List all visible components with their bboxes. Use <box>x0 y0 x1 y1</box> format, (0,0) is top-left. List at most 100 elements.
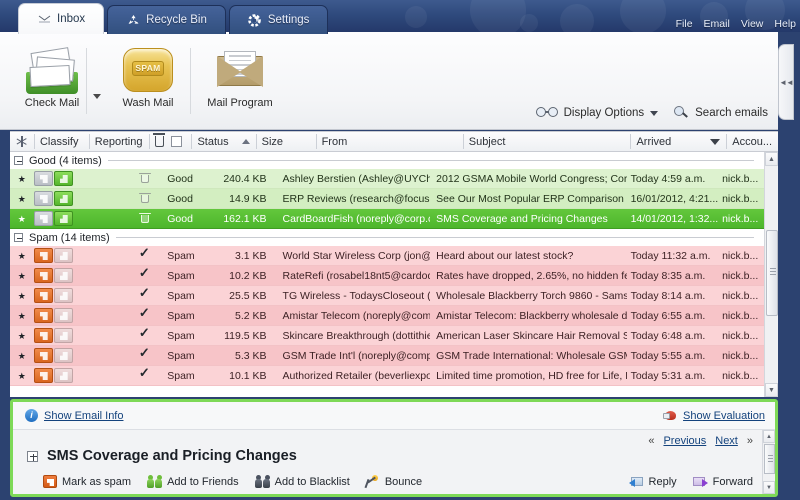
menu-email[interactable]: Email <box>704 18 730 30</box>
check-icon[interactable] <box>139 328 151 340</box>
check-icon[interactable] <box>139 268 151 280</box>
menu-file[interactable]: File <box>676 18 693 30</box>
classify-thumbs[interactable] <box>34 171 76 186</box>
column-header-size[interactable]: Size <box>256 131 316 152</box>
thumbs-up-icon[interactable] <box>54 308 73 323</box>
check-mail-dropdown-caret[interactable] <box>93 94 101 99</box>
preview-scroll-up-button[interactable]: ▲ <box>763 430 775 443</box>
tab-settings[interactable]: Settings <box>229 5 329 34</box>
thumbs-down-icon[interactable] <box>34 348 53 363</box>
thumbs-up-icon[interactable] <box>54 248 73 263</box>
thumbs-down-icon[interactable] <box>34 191 53 206</box>
trash-icon[interactable] <box>140 192 150 203</box>
display-options-button[interactable]: Display Options <box>536 107 659 119</box>
search-emails-button[interactable]: Search emails <box>674 106 768 120</box>
mail-program-button[interactable]: Mail Program <box>194 46 286 109</box>
chevron-down-icon[interactable] <box>650 111 658 116</box>
check-icon[interactable] <box>139 368 151 380</box>
check-icon[interactable] <box>139 348 151 360</box>
star-icon[interactable]: ★ <box>10 250 34 262</box>
thumbs-up-icon[interactable] <box>54 368 73 383</box>
table-row[interactable]: ★Spam10.2 KBRateRefi (rosabel18nt5@cardo… <box>10 266 764 286</box>
previous-link[interactable]: Previous <box>663 435 706 447</box>
row-action-icon[interactable] <box>128 368 161 383</box>
star-icon[interactable]: ★ <box>10 270 34 282</box>
star-icon[interactable]: ★ <box>10 370 34 382</box>
trash-icon[interactable] <box>140 172 150 183</box>
next-link[interactable]: Next <box>715 435 738 447</box>
thumbs-up-icon[interactable] <box>54 171 73 186</box>
table-row[interactable]: ★Spam10.1 KBAuthorized Retailer (beverli… <box>10 366 764 386</box>
column-header-from[interactable]: From <box>316 131 463 152</box>
column-header-classify[interactable]: Classify <box>34 131 89 152</box>
row-action-icon[interactable] <box>128 248 161 263</box>
star-icon[interactable]: ★ <box>10 193 34 205</box>
star-icon[interactable]: ★ <box>10 173 34 185</box>
classify-thumbs[interactable] <box>34 191 76 206</box>
menu-view[interactable]: View <box>741 18 764 30</box>
classify-thumbs[interactable] <box>34 348 76 363</box>
thumbs-down-icon[interactable] <box>34 328 53 343</box>
thumbs-down-icon[interactable] <box>34 368 53 383</box>
wash-mail-button[interactable]: SPAM Wash Mail <box>102 46 194 109</box>
collapse-icon[interactable] <box>14 233 23 242</box>
thumbs-down-icon[interactable] <box>34 248 53 263</box>
column-header-arrived[interactable]: Arrived <box>630 131 726 152</box>
check-mail-button[interactable]: Check Mail <box>6 46 98 109</box>
row-action-icon[interactable] <box>128 268 161 283</box>
row-action-icon[interactable] <box>128 288 161 303</box>
classify-thumbs[interactable] <box>34 308 76 323</box>
group-header-good[interactable]: Good (4 items) <box>10 152 764 169</box>
table-row[interactable]: ★Good240.4 KBAshley Berstien (Ashley@UYC… <box>10 169 764 189</box>
check-icon[interactable] <box>139 288 151 300</box>
thumbs-up-icon[interactable] <box>54 328 73 343</box>
classify-thumbs[interactable] <box>34 288 76 303</box>
check-icon[interactable] <box>139 308 151 320</box>
classify-thumbs[interactable] <box>34 248 76 263</box>
forward-button[interactable]: Forward <box>693 476 753 488</box>
classify-thumbs[interactable] <box>34 268 76 283</box>
thumbs-down-icon[interactable] <box>34 308 53 323</box>
email-list-scrollbar[interactable]: ▲ ▼ <box>764 152 778 397</box>
thumbs-up-icon[interactable] <box>54 211 73 226</box>
star-icon[interactable]: ★ <box>10 290 34 302</box>
scroll-up-button[interactable]: ▲ <box>765 152 778 166</box>
preview-scrollbar[interactable]: ▲ ▼ <box>762 430 775 494</box>
column-header-snowflake[interactable] <box>10 131 34 152</box>
bounce-button[interactable]: Bounce <box>366 475 422 488</box>
check-icon[interactable] <box>139 248 151 260</box>
row-action-icon[interactable] <box>128 328 161 343</box>
star-icon[interactable]: ★ <box>10 350 34 362</box>
thumbs-down-icon[interactable] <box>34 171 53 186</box>
collapse-icon[interactable] <box>14 156 23 165</box>
star-icon[interactable]: ★ <box>10 310 34 322</box>
star-icon[interactable]: ★ <box>10 213 34 225</box>
tab-recycle-bin[interactable]: Recycle Bin <box>107 5 226 34</box>
expand-icon[interactable] <box>27 451 38 462</box>
classify-thumbs[interactable] <box>34 211 76 226</box>
scrollbar-thumb[interactable] <box>766 230 778 316</box>
table-row[interactable]: ★Spam119.5 KBSkincare Breakthrough (dott… <box>10 326 764 346</box>
show-evaluation-link[interactable]: Show Evaluation <box>663 410 765 422</box>
classify-thumbs[interactable] <box>34 328 76 343</box>
classify-thumbs[interactable] <box>34 368 76 383</box>
row-action-icon[interactable] <box>128 348 161 363</box>
table-row[interactable]: ★Spam5.2 KBAmistar Telecom (noreply@comp… <box>10 306 764 326</box>
mark-as-spam-button[interactable]: Mark as spam <box>43 475 131 488</box>
row-action-icon[interactable] <box>128 192 161 206</box>
reply-button[interactable]: Reply <box>629 476 677 488</box>
table-row[interactable]: ★Spam3.1 KBWorld Star Wireless Corp (jon… <box>10 246 764 266</box>
thumbs-up-icon[interactable] <box>54 191 73 206</box>
row-action-icon[interactable] <box>128 308 161 323</box>
table-row[interactable]: ★Good162.1 KBCardBoardFish (noreply@corp… <box>10 209 764 229</box>
scroll-down-button[interactable]: ▼ <box>765 383 778 397</box>
star-icon[interactable]: ★ <box>10 330 34 342</box>
add-to-friends-button[interactable]: Add to Friends <box>147 475 239 488</box>
add-to-blacklist-button[interactable]: Add to Blacklist <box>255 475 350 488</box>
column-header-delete[interactable] <box>149 131 192 152</box>
thumbs-up-icon[interactable] <box>54 348 73 363</box>
column-header-status[interactable]: Status <box>191 131 255 152</box>
email-list[interactable]: Good (4 items)★Good240.4 KBAshley Bersti… <box>10 152 778 397</box>
table-row[interactable]: ★Spam25.5 KBTG Wireless - TodaysCloseout… <box>10 286 764 306</box>
table-row[interactable]: ★Spam5.3 KBGSM Trade Int'l (noreply@comp… <box>10 346 764 366</box>
